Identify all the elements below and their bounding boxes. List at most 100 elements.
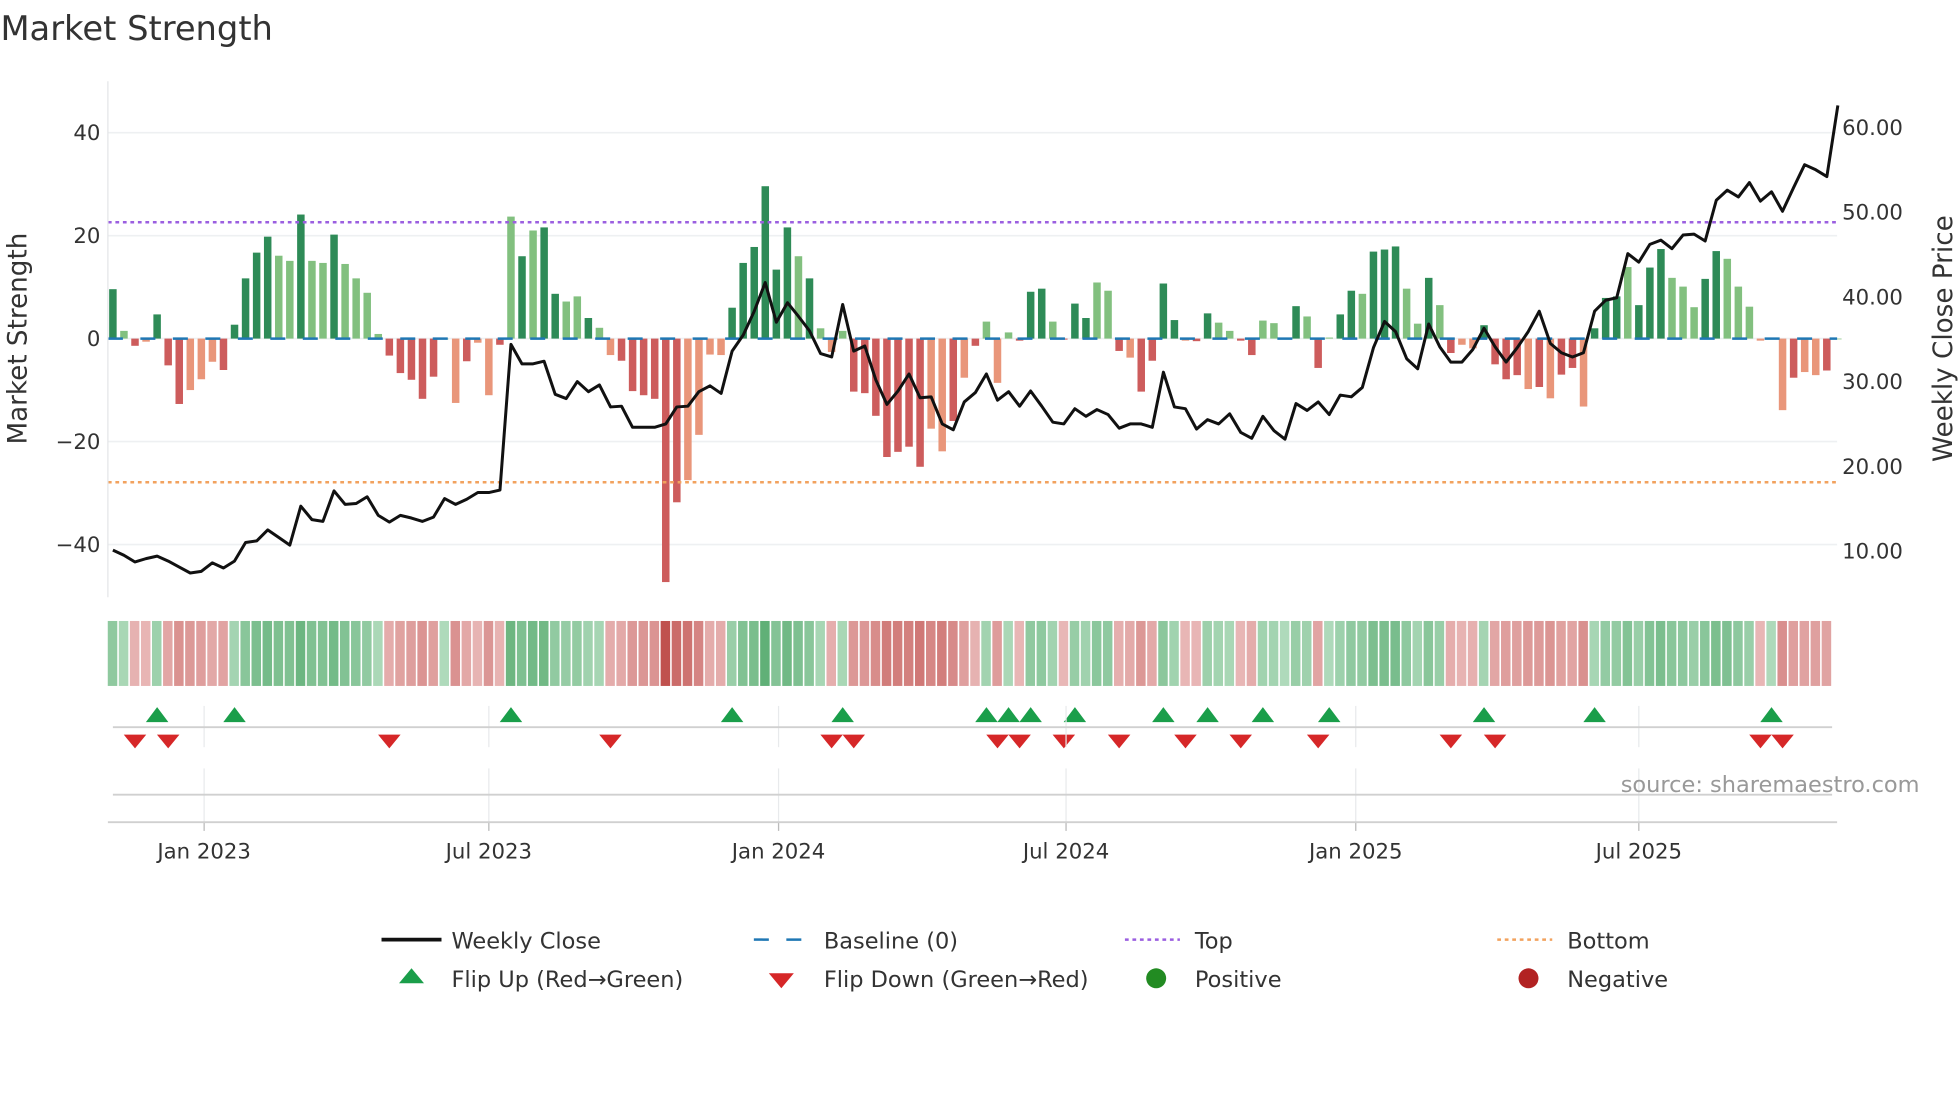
strength-bar bbox=[252, 252, 261, 339]
strip-cell bbox=[870, 620, 881, 686]
strength-bar bbox=[1734, 286, 1743, 339]
strip-cell bbox=[914, 620, 925, 686]
strength-bar bbox=[396, 338, 405, 374]
strip-cell bbox=[1324, 620, 1334, 686]
strip-cell bbox=[992, 620, 1002, 686]
strip-cell bbox=[1512, 620, 1522, 686]
strip-cell bbox=[660, 620, 671, 686]
flip-down-marker bbox=[378, 734, 401, 749]
y2-tick-label: 10.00 bbox=[1842, 539, 1903, 564]
strip-cell bbox=[1688, 620, 1699, 686]
market-strength-chart: Market Strength 40 20 0 −20 −40 60.00 50.00 40.… bbox=[0, 9, 1959, 993]
strip-cell bbox=[1545, 620, 1555, 686]
strength-bar bbox=[1612, 296, 1621, 339]
strip-cell bbox=[306, 620, 317, 686]
flip-down-marker bbox=[1008, 734, 1031, 749]
strength-bar bbox=[750, 246, 758, 339]
strip-cell bbox=[1456, 620, 1467, 686]
strip-cell bbox=[804, 620, 814, 686]
strip-cell bbox=[1611, 620, 1622, 686]
flip-up-marker bbox=[720, 707, 744, 723]
strength-bar bbox=[1126, 338, 1134, 358]
strength-bar bbox=[960, 338, 969, 378]
x-tick-label: Jan 2023 bbox=[155, 839, 251, 864]
legend-item-tri-down: Flip Down (Green→Red) bbox=[768, 967, 1089, 993]
strength-bar bbox=[1723, 258, 1732, 339]
strip-cell bbox=[1290, 620, 1301, 686]
y2-tick-label: 50.00 bbox=[1842, 201, 1903, 226]
strip-cell bbox=[627, 620, 637, 686]
strip-cell bbox=[1357, 620, 1367, 686]
strip-cell bbox=[1412, 620, 1423, 686]
strip-cell bbox=[561, 620, 571, 686]
strip-cell bbox=[1014, 620, 1024, 686]
strength-bar bbox=[993, 338, 1002, 383]
strength-bar bbox=[761, 186, 770, 339]
strength-bar bbox=[330, 234, 338, 339]
flip-up-marker bbox=[145, 707, 169, 723]
strip-cell bbox=[1478, 620, 1489, 686]
triangle-up-icon bbox=[399, 968, 425, 984]
strip-cell bbox=[1058, 620, 1069, 686]
strip-cell bbox=[1722, 620, 1732, 686]
strength-bar bbox=[1159, 283, 1168, 339]
legend-label: Baseline (0) bbox=[824, 928, 958, 954]
circle-icon bbox=[1518, 968, 1539, 989]
strength-bar bbox=[584, 318, 593, 339]
strength-bar bbox=[606, 338, 615, 356]
strip-cell bbox=[1766, 620, 1776, 686]
strip-cell bbox=[859, 620, 870, 686]
strip-cell bbox=[815, 620, 825, 686]
strip-cell bbox=[749, 620, 759, 686]
legend-label: Flip Up (Red→Green) bbox=[451, 967, 683, 993]
strength-bar bbox=[1270, 323, 1278, 339]
strength-bar bbox=[905, 338, 913, 447]
strength-bar bbox=[308, 260, 316, 339]
strip-cell bbox=[1401, 620, 1411, 686]
strength-bar bbox=[1347, 290, 1356, 339]
strip-cell bbox=[1445, 620, 1456, 686]
y-tick-label: −20 bbox=[56, 430, 101, 455]
strength-bar bbox=[816, 328, 825, 339]
flip-down-marker bbox=[1439, 734, 1463, 749]
flip-up-marker bbox=[1583, 707, 1606, 723]
strength-bar bbox=[529, 230, 537, 339]
y2-axis-title: Weekly Close Price bbox=[1929, 215, 1959, 462]
strength-bar bbox=[1170, 320, 1179, 339]
strength-bar bbox=[1690, 307, 1698, 339]
strength-bar bbox=[1789, 338, 1798, 378]
strength-bar bbox=[706, 338, 714, 355]
strip-cell bbox=[1600, 620, 1611, 686]
strip-cell bbox=[682, 620, 693, 686]
strength-bar bbox=[772, 269, 781, 339]
legend: Weekly Close Baseline (0) Top Bottom Flip Up… bbox=[381, 928, 1668, 993]
strip-cell bbox=[1313, 620, 1323, 686]
strength-bar bbox=[1745, 306, 1754, 339]
strength-bar bbox=[695, 338, 703, 435]
strength-bar bbox=[1314, 338, 1322, 368]
strip-cell bbox=[539, 620, 549, 686]
strip-cell bbox=[417, 620, 427, 686]
strength-bar bbox=[728, 307, 736, 339]
strip-cell bbox=[218, 620, 228, 686]
strength-bar bbox=[418, 338, 427, 399]
strength-bar bbox=[407, 338, 416, 380]
strength-bar bbox=[462, 338, 471, 362]
strip-cell bbox=[527, 620, 538, 686]
strip-cell bbox=[152, 620, 162, 686]
strength-bar bbox=[662, 338, 670, 583]
strip-cell bbox=[1633, 620, 1644, 686]
flip-up-marker bbox=[1063, 707, 1087, 723]
strip-cell bbox=[118, 620, 129, 686]
strip-cell bbox=[1091, 620, 1102, 686]
strength-bar bbox=[1646, 267, 1654, 339]
strength-bar bbox=[197, 338, 206, 380]
legend-label: Flip Down (Green→Red) bbox=[824, 967, 1089, 993]
strength-bar bbox=[175, 338, 183, 404]
flip-down-marker bbox=[1306, 734, 1330, 749]
strip-cell bbox=[671, 620, 682, 686]
strength-bar bbox=[297, 214, 305, 339]
strength-bar bbox=[1535, 338, 1544, 387]
strip-cell bbox=[937, 620, 947, 686]
legend-item-dash: Baseline (0) bbox=[753, 928, 958, 954]
